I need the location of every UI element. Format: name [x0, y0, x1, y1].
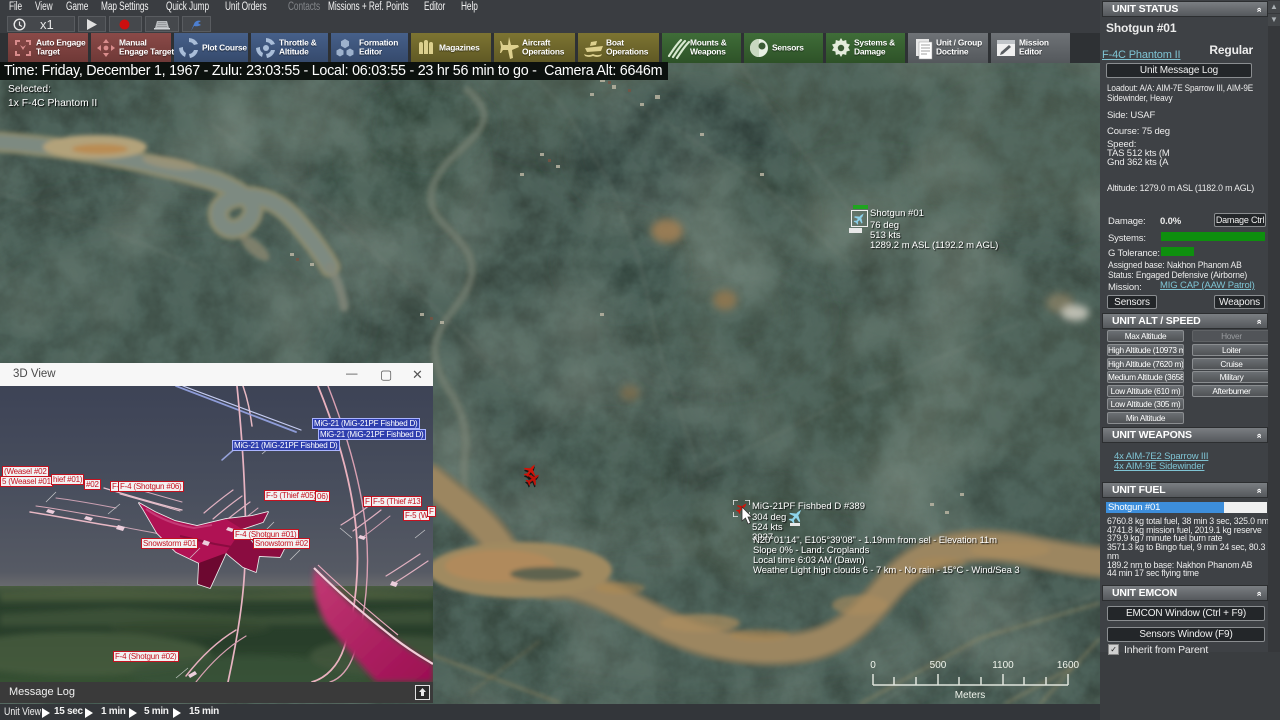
svg-text:500: 500	[930, 660, 947, 671]
svg-text:0: 0	[870, 660, 876, 671]
svg-text:1100: 1100	[992, 660, 1014, 671]
svg-text:Meters: Meters	[955, 690, 986, 700]
svg-text:1600: 1600	[1057, 660, 1080, 671]
